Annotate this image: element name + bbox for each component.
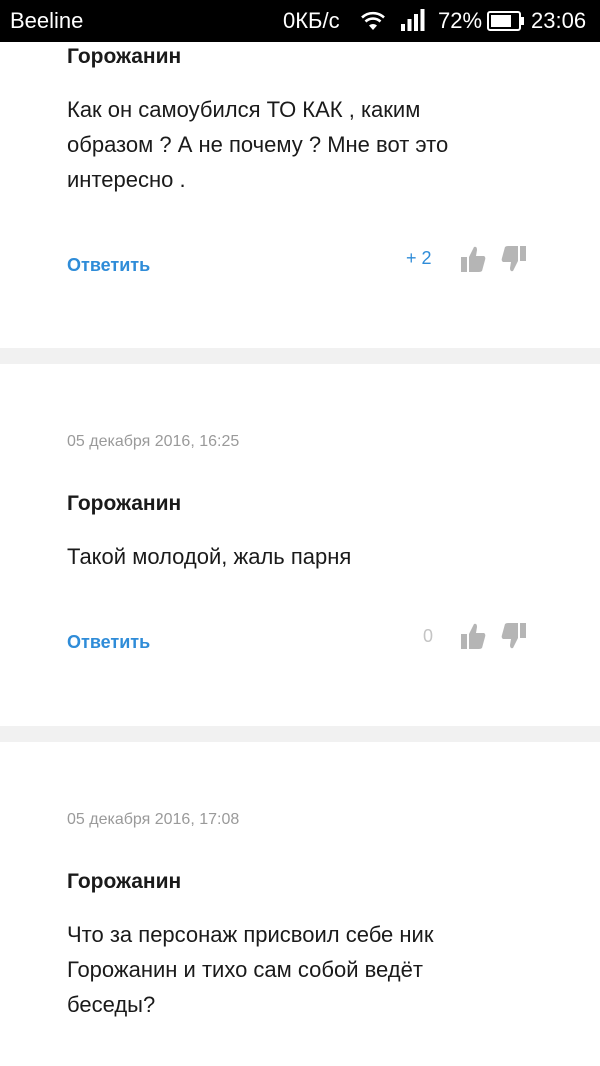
signal-icon (401, 9, 425, 31)
thumbs-up-icon[interactable] (460, 245, 486, 273)
clock: 23:06 (531, 8, 587, 33)
comment-date: 05 декабря 2016, 16:25 (67, 433, 240, 450)
comment-text: Что за персонаж присвоил себе ник Горожа… (67, 917, 537, 1022)
reply-button[interactable]: Ответить (67, 255, 150, 276)
comment-separator (0, 726, 600, 742)
wifi-icon (361, 11, 385, 30)
reply-button[interactable]: Ответить (67, 632, 150, 653)
battery-icon (487, 11, 524, 31)
comment-author: Горожанин (67, 45, 182, 68)
comment-score: + 2 (406, 248, 432, 268)
comment-separator (0, 348, 600, 364)
comment-score: 0 (423, 626, 434, 646)
status-bar: Beeline 0КБ/с 72% 23:06 (0, 0, 600, 42)
network-speed: 0КБ/с (283, 8, 340, 33)
thumbs-down-icon[interactable] (501, 622, 527, 650)
comment-text-line: Что за персонаж присвоил себе ник (67, 922, 434, 947)
comment-text-line: Такой молодой, жаль парня (67, 544, 352, 569)
comment-author: Горожанин (67, 492, 182, 515)
comment-text: Как он самоубился ТО КАК , каким образом… (67, 92, 537, 197)
carrier-name: Beeline (10, 8, 84, 33)
comment-text-line: беседы? (67, 992, 156, 1017)
comment-text-line: Горожанин и тихо сам собой ведёт (67, 957, 423, 982)
comment-text-line: интересно . (67, 167, 186, 192)
battery-percent: 72% (438, 8, 483, 33)
comment-card: 05 декабря 2016, 17:08 Горожанин Что за … (0, 742, 600, 1066)
comment-text-line: Как он самоубился ТО КАК , каким (67, 97, 421, 122)
thumbs-down-icon[interactable] (501, 245, 527, 273)
comment-card: 05 декабря 2016, 16:25 Горожанин Такой м… (0, 364, 600, 726)
comment-text: Такой молодой, жаль парня (67, 539, 537, 574)
thumbs-up-icon[interactable] (460, 622, 486, 650)
comment-text-line: образом ? А не почему ? Мне вот это (67, 132, 449, 157)
comment-card: Горожанин Как он самоубился ТО КАК , как… (0, 42, 600, 348)
comment-date: 05 декабря 2016, 17:08 (67, 811, 240, 828)
comment-author: Горожанин (67, 870, 182, 893)
